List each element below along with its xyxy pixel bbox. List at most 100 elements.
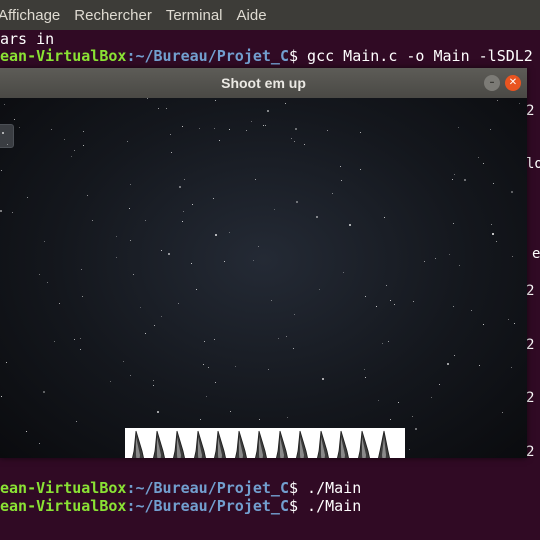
star [171,152,172,153]
star [246,130,247,131]
star [203,364,204,365]
star [478,157,479,158]
star [388,341,389,342]
star [71,156,72,157]
star [295,128,297,130]
star [508,319,509,320]
star [204,341,205,342]
star [27,197,28,198]
prompt-user: ean-VirtualBox [0,47,127,65]
star [278,338,279,339]
star [219,140,220,141]
star [512,256,513,257]
ship-sprite-frame [275,430,288,458]
star [291,138,292,139]
star [214,128,215,129]
star [59,303,60,304]
star [130,240,131,241]
star [349,224,351,226]
star [19,127,20,128]
star [340,166,341,167]
prompt-path: :~/Bureau/Projet_C [126,479,289,497]
star [81,269,82,270]
star [92,220,93,221]
star [458,127,459,128]
star [251,121,252,122]
menu-rechercher[interactable]: Rechercher [74,7,152,24]
star [293,348,294,349]
star [514,323,515,324]
star [161,250,162,251]
star [229,129,230,130]
star [322,378,324,380]
star [229,232,230,233]
star [39,443,40,444]
terminal-fragment: 2 [526,283,535,299]
terminal-command: $ ./Main [289,479,362,497]
close-icon[interactable]: ✕ [505,75,521,91]
star [390,419,391,420]
star [161,316,162,317]
terminal-fragment: e [532,246,540,262]
star [153,380,154,381]
star [519,103,520,104]
star [360,132,361,133]
star [453,306,454,307]
star [502,412,503,413]
terminal-output: ars in [0,30,55,48]
ship-sprite-frame [214,430,226,458]
terminal-line: ars in [0,30,540,48]
star [304,144,305,145]
star [83,145,84,146]
star [215,234,217,236]
star [224,261,225,262]
star [365,296,366,297]
star [394,304,395,305]
star [215,100,216,101]
star [490,129,491,130]
star [80,338,81,339]
ship-sprite-frame [193,430,206,458]
star [386,285,387,286]
star [230,411,231,412]
menu-aide[interactable]: Aide [237,7,267,24]
game-canvas[interactable] [0,98,527,458]
star [110,381,111,382]
sdl-window[interactable]: Shoot em up – ✕ [0,68,527,458]
terminal-menubar: Affichage Rechercher Terminal Aide [0,0,540,30]
star [497,100,498,101]
terminal-fragment: lo [526,156,540,172]
star [196,289,197,290]
star [127,141,128,142]
star [271,300,272,301]
star [360,169,361,170]
star [206,396,207,397]
star [74,150,75,151]
minimize-icon[interactable]: – [484,75,500,91]
star [87,195,88,196]
star [496,241,497,242]
star [145,333,146,334]
star [319,289,320,290]
menu-affichage[interactable]: Affichage [0,7,60,24]
star [285,103,286,104]
star [213,198,214,199]
star [409,449,410,450]
window-titlebar[interactable]: Shoot em up – ✕ [0,68,527,98]
star [449,254,450,255]
star [214,339,215,340]
star [265,125,266,126]
star [130,184,131,185]
menu-terminal[interactable]: Terminal [166,7,223,24]
star [415,428,417,430]
star [332,193,333,194]
star [43,391,45,393]
prompt-path: :~/Bureau/Projet_C [126,47,289,65]
star [4,104,5,105]
ship-sprite-frame [234,430,247,458]
prompt-user: ean-VirtualBox [0,479,127,497]
star [378,400,379,401]
terminal-command: $ gcc Main.c -o Main -lSDL2 [289,47,533,65]
star [492,233,494,235]
star [384,217,385,218]
